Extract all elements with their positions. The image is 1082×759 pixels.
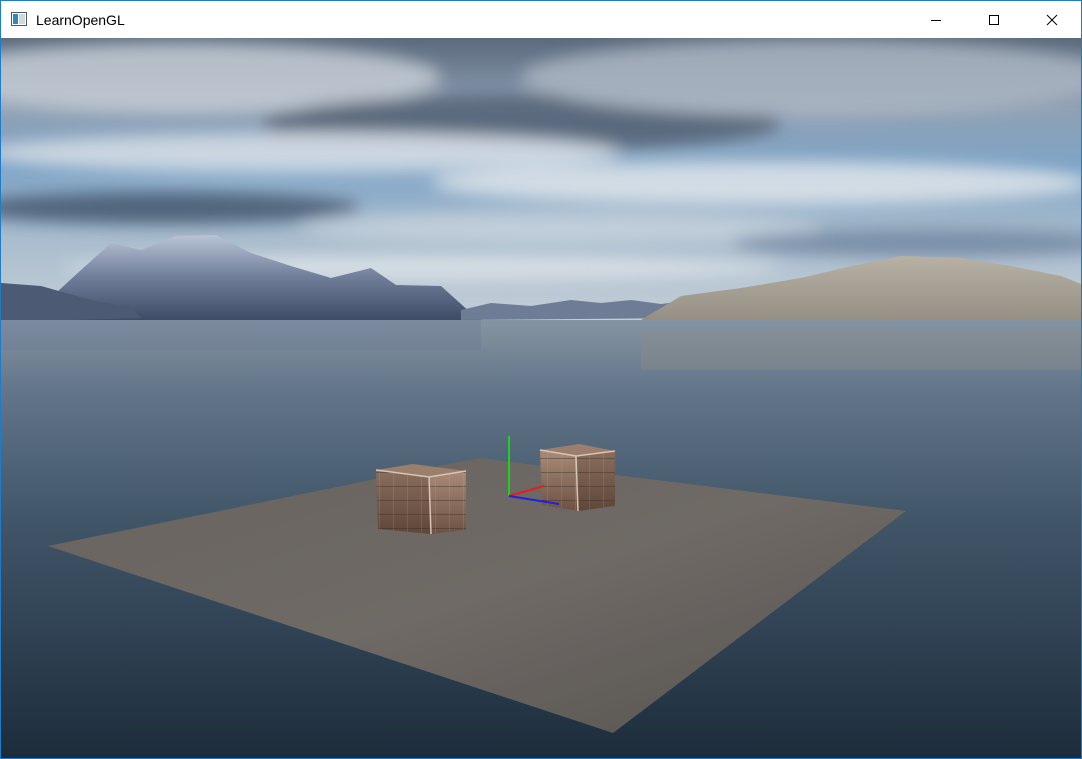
maximize-icon	[989, 14, 999, 25]
opengl-viewport[interactable]	[1, 38, 1081, 758]
crate	[539, 444, 616, 512]
minimize-button[interactable]	[907, 1, 965, 38]
window-title: LearnOpenGL	[36, 12, 125, 28]
minimize-icon	[931, 19, 941, 21]
close-icon	[1046, 14, 1058, 25]
app-window: LearnOpenGL	[0, 0, 1082, 759]
rendered-scene	[1, 38, 1081, 758]
close-button[interactable]	[1023, 1, 1081, 38]
crate	[375, 464, 467, 535]
maximize-button[interactable]	[965, 1, 1023, 38]
title-bar[interactable]: LearnOpenGL	[1, 1, 1081, 38]
app-icon	[11, 12, 27, 26]
